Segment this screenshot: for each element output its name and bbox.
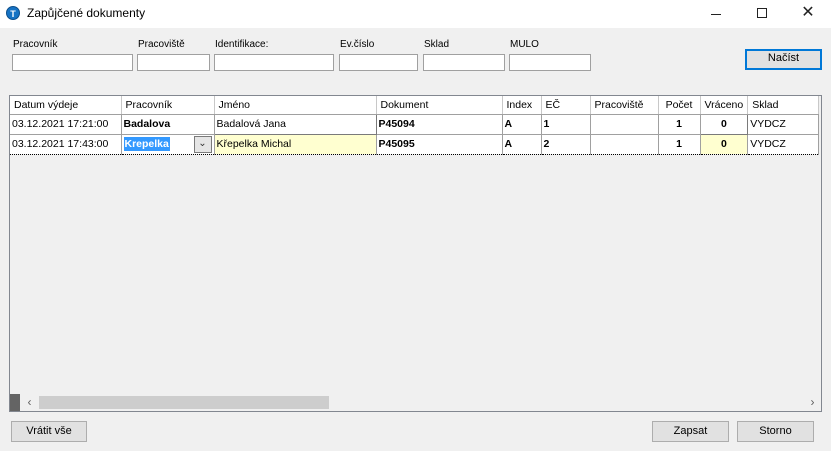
column-header-jmeno[interactable]: Jméno — [214, 96, 377, 115]
close-icon: ✕ — [801, 4, 815, 21]
filter-label-identifikace: Identifikace: — [215, 39, 269, 50]
column-header-ec[interactable]: EČ — [541, 96, 591, 115]
documents-table: Datum výdeje Pracovník Jméno Dokument In… — [10, 96, 820, 155]
filter-input-identifikace[interactable] — [214, 54, 334, 71]
cell-sklad[interactable]: VYDCZ — [747, 114, 820, 135]
column-header-pracoviste[interactable]: Pracoviště — [590, 96, 659, 115]
minimize-icon — [711, 13, 721, 15]
scroll-right-icon[interactable]: › — [804, 394, 821, 411]
column-header-datum[interactable]: Datum výdeje — [10, 96, 122, 115]
filter-input-evcislo[interactable] — [339, 54, 418, 71]
maximize-button[interactable] — [739, 0, 785, 28]
horizontal-scrollbar[interactable]: ‹ › — [10, 394, 821, 411]
cell-pocet[interactable]: 1 — [658, 133, 701, 155]
cell-jmeno[interactable]: Křepelka Michal — [214, 133, 377, 155]
column-header-vraceno[interactable]: Vráceno — [700, 96, 749, 115]
cell-vraceno[interactable]: 0 — [699, 113, 749, 135]
cell-datum[interactable]: 03.12.2021 17:21:00 — [10, 114, 122, 135]
documents-grid: Datum výdeje Pracovník Jméno Dokument In… — [9, 95, 822, 412]
column-header-pocet[interactable]: Počet — [658, 96, 701, 115]
cell-datum[interactable]: 03.12.2021 17:43:00 — [10, 133, 122, 155]
cell-pocet[interactable]: 1 — [658, 114, 701, 135]
filter-input-pracoviste[interactable] — [137, 54, 210, 71]
window-title: Zapůjčené dokumenty — [27, 6, 146, 20]
cell-index[interactable]: A — [502, 114, 542, 135]
cell-dokument[interactable]: P45095 — [376, 133, 503, 155]
table-row[interactable]: 03.12.2021 17:43:00 Krepelka ⌄ Křepelka … — [10, 133, 820, 155]
filter-input-pracovnik[interactable] — [12, 54, 133, 71]
filter-label-sklad: Sklad — [424, 39, 450, 50]
pracovnik-dropdown[interactable]: Krepelka ⌄ — [123, 135, 212, 153]
app-logo-icon — [6, 6, 20, 20]
cell-pracovnik-combo[interactable]: Krepelka ⌄ — [121, 133, 215, 155]
cell-ec[interactable]: 2 — [541, 133, 591, 155]
filter-label-evcislo: Ev.číslo — [340, 39, 375, 50]
column-header-sklad[interactable]: Sklad — [747, 96, 820, 115]
load-button[interactable]: Načíst — [745, 49, 822, 70]
cell-ec[interactable]: 1 — [541, 114, 591, 135]
filter-label-pracoviste: Pracoviště — [138, 39, 185, 50]
scrollbar-thumb[interactable] — [39, 396, 329, 409]
scroll-left-icon[interactable]: ‹ — [21, 394, 38, 411]
cell-jmeno[interactable]: Badalová Jana — [213, 113, 377, 135]
cell-index[interactable]: A — [502, 133, 542, 155]
dropdown-selected-value[interactable]: Krepelka — [123, 136, 170, 151]
save-button[interactable]: Zapsat — [652, 421, 729, 442]
cell-sklad[interactable]: VYDCZ — [747, 133, 820, 155]
close-button[interactable]: ✕ — [785, 0, 831, 28]
cell-pracoviste[interactable] — [590, 133, 659, 155]
column-header-dokument[interactable]: Dokument — [376, 96, 503, 115]
filter-label-mulo: MULO — [510, 39, 539, 50]
cancel-button[interactable]: Storno — [737, 421, 814, 442]
cell-pracoviste[interactable] — [590, 114, 659, 135]
filter-label-pracovnik: Pracovník — [13, 39, 58, 50]
cell-vraceno[interactable]: 0 — [700, 133, 749, 155]
grid-header-row: Datum výdeje Pracovník Jméno Dokument In… — [10, 96, 820, 115]
column-header-index[interactable]: Index — [502, 96, 542, 115]
filter-input-mulo[interactable] — [509, 54, 591, 71]
return-all-button[interactable]: Vrátit vše — [11, 421, 87, 442]
chevron-down-icon[interactable]: ⌄ — [193, 135, 212, 153]
filter-input-sklad[interactable] — [423, 54, 505, 71]
maximize-icon — [757, 8, 767, 19]
cell-dokument[interactable]: P45094 — [376, 114, 503, 135]
table-row[interactable]: 03.12.2021 17:21:00 Badalova Badalová Ja… — [10, 113, 820, 135]
title-bar: Zapůjčené dokumenty ✕ — [0, 0, 831, 28]
minimize-button[interactable] — [693, 0, 739, 28]
cell-pracovnik[interactable]: Badalova — [121, 114, 215, 135]
column-header-pracovnik[interactable]: Pracovník — [121, 96, 215, 115]
scrollbar-corner — [10, 394, 20, 411]
